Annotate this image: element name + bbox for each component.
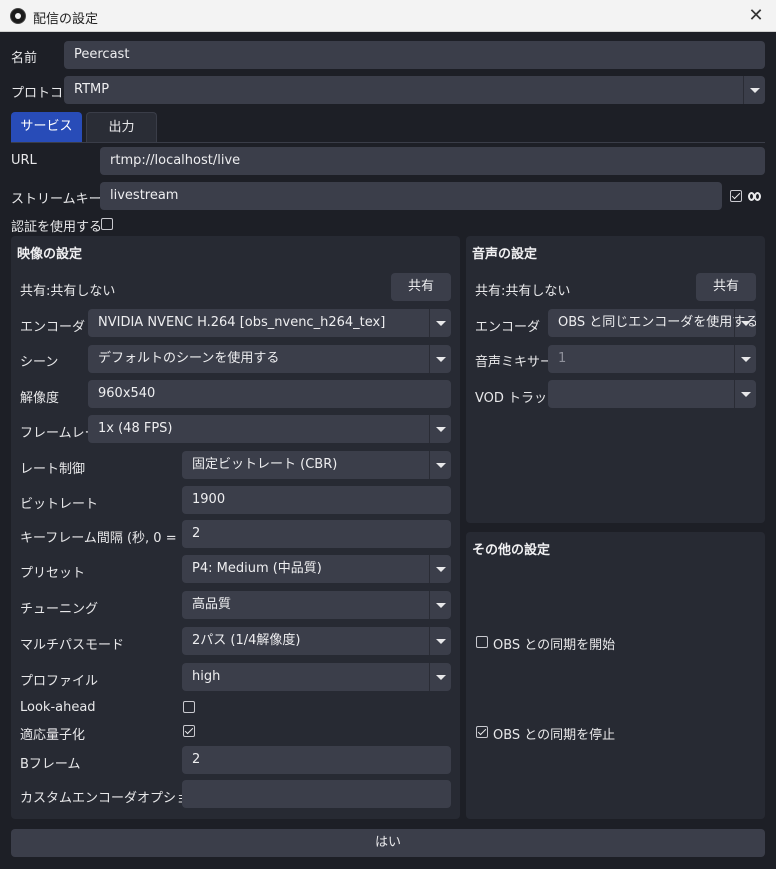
sync-start-checkbox[interactable] — [476, 636, 488, 648]
scene-value: デフォルトのシーンを使用する — [98, 351, 280, 366]
video-share-button[interactable]: 共有 — [391, 273, 451, 301]
window-title: 配信の設定 — [33, 12, 99, 27]
video-share-label: 共有:共有しない — [20, 284, 116, 299]
bitrate-label: ビットレート — [20, 497, 99, 512]
profile-label: プロファイル — [20, 674, 99, 689]
name-input[interactable]: Peercast — [64, 41, 765, 69]
preset-value: P4: Medium (中品質) — [192, 561, 322, 576]
multipass-label: マルチパスモード — [20, 638, 125, 653]
chevron-down-icon[interactable] — [734, 309, 756, 337]
scene-label: シーン — [20, 355, 59, 370]
rate-control-select[interactable]: 固定ビットレート (CBR) — [182, 451, 451, 479]
tuning-value: 高品質 — [192, 597, 232, 612]
bframes-label: Bフレーム — [20, 757, 81, 772]
stream-key-input[interactable]: livestream — [100, 182, 722, 210]
rate-control-label: レート制御 — [20, 462, 86, 477]
protocol-value: RTMP — [74, 82, 110, 97]
audio-encoder-value: OBS と同じエンコーダを使用する — [558, 315, 756, 330]
close-icon[interactable]: ✕ — [742, 2, 770, 30]
chevron-down-icon[interactable] — [734, 380, 756, 408]
chevron-down-icon[interactable] — [429, 591, 451, 619]
chevron-down-icon[interactable] — [429, 345, 451, 373]
url-input[interactable]: rtmp://localhost/live — [100, 147, 765, 175]
aq-label: 適応量子化 — [20, 728, 86, 743]
tab-service[interactable]: サービス — [11, 112, 82, 142]
audio-settings-title: 音声の設定 — [472, 247, 538, 262]
eye-icon[interactable] — [748, 192, 762, 202]
framerate-select[interactable]: 1x (48 FPS) — [88, 415, 451, 443]
keyframe-input[interactable]: 2 — [182, 520, 451, 548]
video-encoder-value: NVIDIA NVENC H.264 [obs_nvenc_h264_tex] — [98, 315, 386, 330]
multipass-value: 2パス (1/4解像度) — [192, 633, 301, 648]
sync-stop-label: OBS との同期を停止 — [493, 728, 616, 743]
rate-control-value: 固定ビットレート (CBR) — [192, 457, 338, 472]
scene-select[interactable]: デフォルトのシーンを使用する — [88, 345, 451, 373]
chevron-down-icon[interactable] — [429, 451, 451, 479]
auth-label: 認証を使用する — [11, 220, 103, 235]
video-encoder-select[interactable]: NVIDIA NVENC H.264 [obs_nvenc_h264_tex] — [88, 309, 451, 337]
ok-button[interactable]: はい — [11, 829, 765, 857]
lookahead-label: Look-ahead — [20, 700, 96, 715]
tuning-label: チューニング — [20, 602, 99, 617]
tab-output[interactable]: 出力 — [86, 112, 157, 142]
profile-select[interactable]: high — [182, 663, 451, 691]
video-encoder-label: エンコーダ — [20, 320, 86, 335]
chevron-down-icon[interactable] — [429, 627, 451, 655]
show-key-checkbox[interactable] — [730, 190, 742, 202]
other-settings-title: その他の設定 — [472, 543, 551, 558]
resolution-label: 解像度 — [20, 391, 60, 406]
sync-start-label: OBS との同期を開始 — [493, 638, 616, 653]
obs-logo-icon — [10, 8, 26, 24]
chevron-down-icon[interactable] — [429, 663, 451, 691]
bitrate-input[interactable]: 1900 — [182, 486, 451, 514]
preset-select[interactable]: P4: Medium (中品質) — [182, 555, 451, 583]
audio-encoder-label: エンコーダ — [475, 320, 541, 335]
custom-options-label: カスタムエンコーダオプション — [20, 791, 203, 806]
preset-label: プリセット — [20, 566, 86, 581]
other-settings-group — [466, 532, 765, 819]
audio-mixer-value: 1 — [558, 351, 567, 366]
tuning-select[interactable]: 高品質 — [182, 591, 451, 619]
audio-share-button[interactable]: 共有 — [696, 273, 756, 301]
name-label: 名前 — [11, 51, 38, 66]
aq-checkbox[interactable] — [183, 725, 195, 737]
audio-encoder-select[interactable]: OBS と同じエンコーダを使用する — [548, 309, 756, 337]
tab-divider — [11, 142, 765, 143]
protocol-select[interactable]: RTMP — [64, 76, 765, 104]
chevron-down-icon[interactable] — [429, 309, 451, 337]
custom-options-input[interactable] — [182, 780, 451, 808]
video-settings-title: 映像の設定 — [17, 247, 83, 262]
auth-checkbox[interactable] — [101, 218, 113, 230]
stream-key-label: ストリームキー — [11, 192, 102, 207]
lookahead-checkbox[interactable] — [183, 701, 195, 713]
framerate-value: 1x (48 FPS) — [98, 421, 173, 436]
profile-value: high — [192, 669, 221, 684]
chevron-down-icon[interactable] — [743, 76, 765, 104]
resolution-input[interactable]: 960x540 — [88, 380, 451, 408]
chevron-down-icon[interactable] — [429, 415, 451, 443]
sync-stop-checkbox[interactable] — [476, 726, 488, 738]
chevron-down-icon[interactable] — [429, 555, 451, 583]
chevron-down-icon[interactable] — [734, 345, 756, 373]
url-label: URL — [11, 153, 37, 168]
audio-mixer-label: 音声ミキサー — [475, 355, 554, 370]
title-bar: 配信の設定 ✕ — [0, 0, 776, 32]
audio-share-label: 共有:共有しない — [475, 284, 571, 299]
multipass-select[interactable]: 2パス (1/4解像度) — [182, 627, 451, 655]
vod-track-select[interactable] — [548, 380, 756, 408]
bframes-input[interactable]: 2 — [182, 746, 451, 774]
audio-mixer-select[interactable]: 1 — [548, 345, 756, 373]
